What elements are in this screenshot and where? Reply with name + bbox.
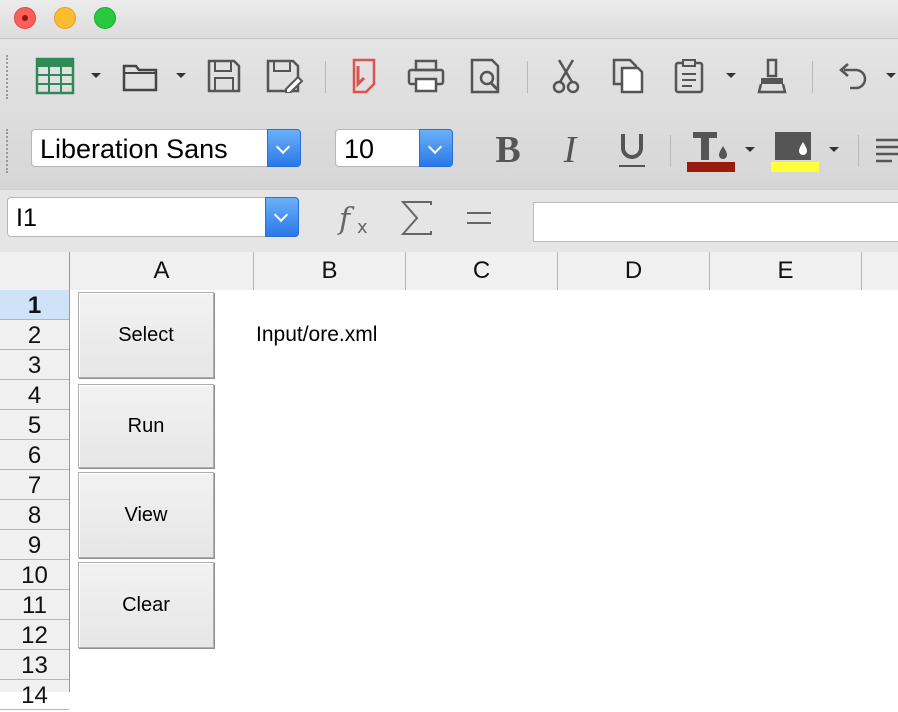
row-header-7[interactable]: 7 — [0, 470, 69, 500]
row-header-4[interactable]: 4 — [0, 380, 69, 410]
toolbar-area: Liberation Sans 10 B I — [0, 39, 898, 189]
highlight-color-dropdown-icon[interactable] — [829, 147, 839, 152]
toolbar-separator — [812, 61, 813, 93]
export-pdf-icon[interactable] — [344, 56, 384, 96]
sheet-grid[interactable]: Select Run View Clear Input/ore.xml — [70, 290, 898, 692]
row-header-8[interactable]: 8 — [0, 500, 69, 530]
font-color-swatch — [687, 162, 735, 172]
svg-text:f: f — [337, 202, 355, 237]
row-header-bar: 1 2 3 4 5 6 7 8 9 10 11 12 13 14 — [0, 290, 70, 710]
view-button[interactable]: View — [78, 472, 214, 558]
select-button[interactable]: Select — [78, 292, 214, 378]
name-box-value[interactable]: I1 — [16, 198, 37, 238]
align-left-icon[interactable] — [872, 130, 898, 170]
font-name-value[interactable]: Liberation Sans — [40, 130, 228, 168]
row-header-1[interactable]: 1 — [0, 290, 69, 320]
svg-text:x: x — [357, 217, 368, 237]
save-icon[interactable] — [204, 56, 244, 96]
row-header-13[interactable]: 13 — [0, 650, 69, 680]
row-header-10[interactable]: 10 — [0, 560, 69, 590]
font-size-combo[interactable]: 10 — [335, 129, 453, 167]
name-box[interactable]: I1 — [7, 197, 299, 237]
open-dropdown-icon[interactable] — [176, 73, 186, 78]
select-all-corner[interactable] — [0, 252, 70, 290]
formula-input[interactable] — [533, 202, 898, 242]
underline-icon[interactable] — [612, 130, 652, 170]
maximize-window-button[interactable] — [94, 7, 116, 29]
column-header-d[interactable]: D — [558, 252, 710, 290]
font-name-combo[interactable]: Liberation Sans — [31, 129, 301, 167]
column-header-e[interactable]: E — [710, 252, 862, 290]
clone-formatting-icon[interactable] — [752, 56, 792, 96]
sigma-icon[interactable] — [396, 198, 438, 238]
toolbar-separator — [670, 135, 671, 167]
paste-icon[interactable] — [668, 56, 710, 96]
row-header-12[interactable]: 12 — [0, 620, 69, 650]
standard-toolbar-grip[interactable] — [6, 55, 12, 99]
close-window-button[interactable] — [14, 7, 36, 29]
toolbar-separator — [527, 61, 528, 93]
font-color-dropdown-icon[interactable] — [745, 147, 755, 152]
svg-text:I: I — [563, 131, 579, 169]
column-header-f[interactable] — [862, 252, 898, 290]
paste-dropdown-icon[interactable] — [726, 73, 736, 78]
formatting-toolbar-grip[interactable] — [6, 129, 12, 173]
row-header-9[interactable]: 9 — [0, 530, 69, 560]
font-size-value[interactable]: 10 — [344, 130, 374, 168]
table-dropdown-icon[interactable] — [91, 73, 101, 78]
highlight-color-swatch — [771, 162, 819, 172]
bold-icon[interactable]: B — [488, 130, 528, 170]
name-box-dropdown-button[interactable] — [265, 197, 299, 237]
highlight-color-icon[interactable] — [768, 130, 820, 172]
fx-icon[interactable]: fx — [336, 198, 378, 238]
title-bar — [0, 0, 898, 39]
equals-icon[interactable] — [458, 198, 500, 238]
table-icon[interactable] — [34, 56, 76, 96]
open-folder-icon[interactable] — [120, 56, 160, 96]
column-header-bar: A B C D E — [0, 252, 898, 291]
column-header-b[interactable]: B — [254, 252, 406, 290]
row-header-3[interactable]: 3 — [0, 350, 69, 380]
column-header-c[interactable]: C — [406, 252, 558, 290]
svg-text:B: B — [495, 131, 520, 169]
undo-dropdown-icon[interactable] — [886, 73, 896, 78]
save-as-icon[interactable] — [264, 56, 306, 96]
row-header-14[interactable]: 14 — [0, 680, 69, 710]
row-header-6[interactable]: 6 — [0, 440, 69, 470]
cell-b2[interactable]: Input/ore.xml — [256, 320, 377, 350]
run-button[interactable]: Run — [78, 384, 214, 468]
font-size-dropdown-button[interactable] — [419, 129, 453, 167]
undo-icon[interactable] — [832, 56, 872, 96]
row-header-11[interactable]: 11 — [0, 590, 69, 620]
row-header-2[interactable]: 2 — [0, 320, 69, 350]
copy-icon[interactable] — [606, 56, 648, 96]
font-color-icon[interactable] — [684, 130, 736, 172]
cut-icon[interactable] — [546, 56, 586, 96]
clear-button[interactable]: Clear — [78, 562, 214, 648]
row-header-5[interactable]: 5 — [0, 410, 69, 440]
formula-bar: I1 fx — [0, 189, 898, 253]
italic-icon[interactable]: I — [550, 130, 590, 170]
toolbar-separator — [325, 61, 326, 93]
toolbar-separator — [858, 135, 859, 167]
print-icon[interactable] — [404, 56, 448, 96]
print-preview-icon[interactable] — [466, 56, 508, 96]
font-name-dropdown-button[interactable] — [267, 129, 301, 167]
column-header-a[interactable]: A — [70, 252, 254, 290]
minimize-window-button[interactable] — [54, 7, 76, 29]
